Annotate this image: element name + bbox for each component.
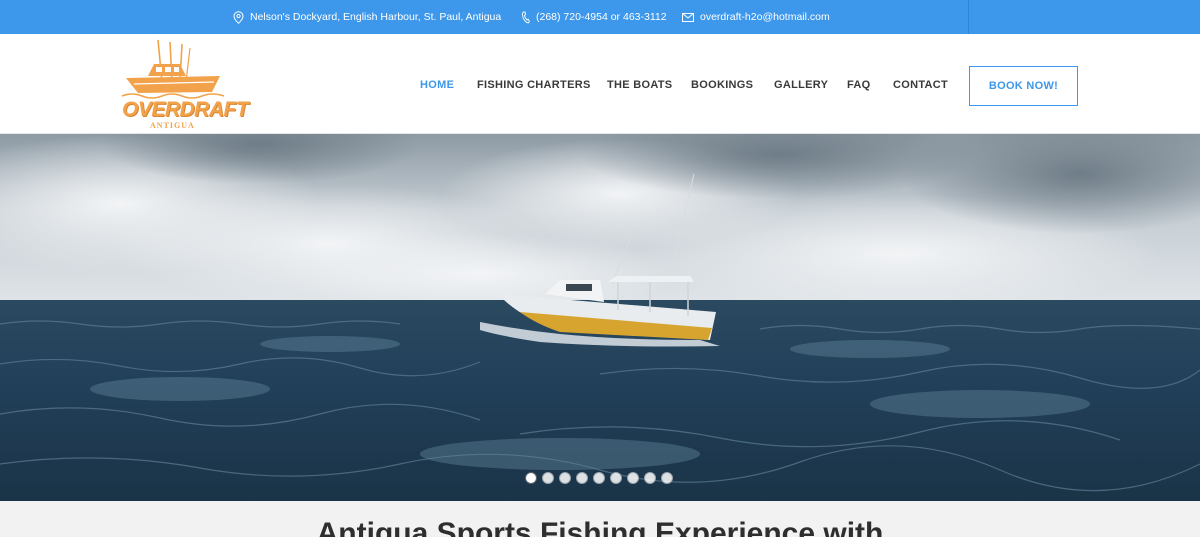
slider-dot[interactable] bbox=[525, 472, 537, 484]
nav-faq[interactable]: FAQ bbox=[847, 79, 871, 91]
phone-info[interactable]: (268) 720-4954 or 463-3112 bbox=[521, 0, 667, 34]
slider-pagination bbox=[525, 472, 673, 484]
nav-bookings[interactable]: BOOKINGS bbox=[691, 79, 753, 91]
phone-icon bbox=[522, 11, 530, 23]
book-now-button[interactable]: BOOK NOW! bbox=[969, 66, 1078, 106]
section-headline: Antigua Sports Fishing Experience with bbox=[316, 517, 884, 537]
email-info[interactable]: overdraft-h2o@hotmail.com bbox=[682, 0, 830, 34]
address-text: Nelson's Dockyard, English Harbour, St. … bbox=[250, 11, 502, 23]
location-pin-icon bbox=[233, 10, 244, 24]
address-info: Nelson's Dockyard, English Harbour, St. … bbox=[233, 0, 501, 34]
site-header: OVERDRAFT ANTIGUA HOME FISHING CHARTERS … bbox=[0, 34, 1200, 134]
nav-home[interactable]: HOME bbox=[420, 79, 454, 91]
site-logo[interactable]: OVERDRAFT ANTIGUA bbox=[120, 38, 249, 130]
slider-dot[interactable] bbox=[610, 472, 622, 484]
intro-section: Antigua Sports Fishing Experience with bbox=[0, 501, 1200, 537]
slider-dot[interactable] bbox=[576, 472, 588, 484]
logo-subtitle: ANTIGUA bbox=[150, 121, 195, 130]
slider-dot[interactable] bbox=[542, 472, 554, 484]
nav-contact[interactable]: CONTACT bbox=[893, 79, 948, 91]
slider-dot[interactable] bbox=[593, 472, 605, 484]
nav-fishing-charters[interactable]: FISHING CHARTERS bbox=[477, 79, 591, 91]
slider-dot[interactable] bbox=[559, 472, 571, 484]
phone-text[interactable]: (268) 720-4954 or 463-3112 bbox=[536, 11, 667, 23]
envelope-icon bbox=[682, 12, 694, 22]
hero-slider[interactable] bbox=[0, 134, 1200, 501]
slider-dot[interactable] bbox=[661, 472, 673, 484]
slider-dot[interactable] bbox=[644, 472, 656, 484]
email-text[interactable]: overdraft-h2o@hotmail.com bbox=[700, 11, 830, 23]
nav-the-boats[interactable]: THE BOATS bbox=[607, 79, 672, 91]
nav-gallery[interactable]: GALLERY bbox=[774, 79, 828, 91]
top-info-bar-right-panel bbox=[968, 0, 1200, 34]
hero-ocean-boat-image bbox=[0, 134, 1200, 501]
logo-title: OVERDRAFT bbox=[122, 98, 249, 121]
slider-dot[interactable] bbox=[627, 472, 639, 484]
